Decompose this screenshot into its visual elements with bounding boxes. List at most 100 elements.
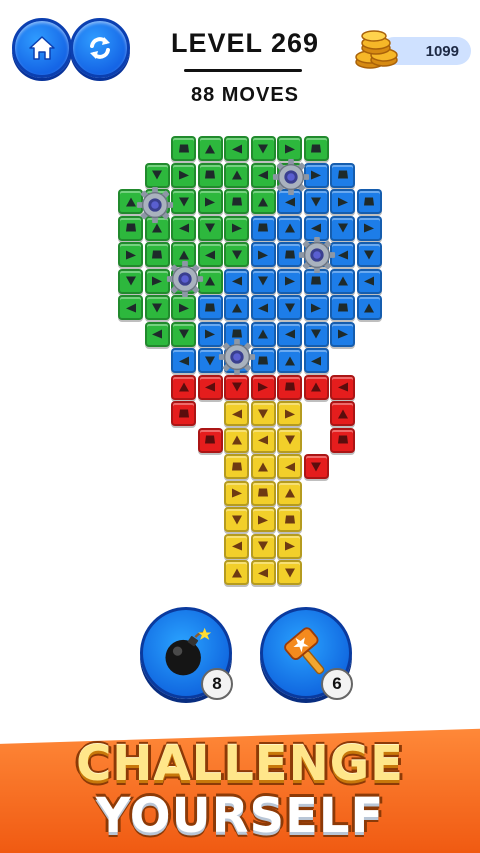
block-tile[interactable] <box>250 215 276 241</box>
block-tile[interactable] <box>330 295 355 320</box>
arrow-icon <box>205 276 215 286</box>
block-tile[interactable] <box>330 401 355 426</box>
block-tile[interactable] <box>171 401 196 426</box>
bomb-booster-button[interactable]: 8 <box>140 607 233 700</box>
block-tile[interactable] <box>224 454 249 479</box>
block-tile[interactable] <box>303 348 329 373</box>
block-tile[interactable] <box>303 454 329 479</box>
block-tile[interactable] <box>224 374 249 400</box>
block-tile[interactable] <box>197 136 223 161</box>
arrow-icon <box>311 144 321 152</box>
block-tile[interactable] <box>224 242 249 267</box>
block-tile[interactable] <box>118 242 143 267</box>
block-tile[interactable] <box>330 321 355 347</box>
block-tile[interactable] <box>303 295 329 320</box>
block-tile[interactable] <box>171 348 196 373</box>
block-tile[interactable] <box>144 162 170 188</box>
arrow-icon <box>178 329 189 339</box>
block-tile[interactable] <box>144 321 170 347</box>
block-tile[interactable] <box>224 295 249 320</box>
block-tile[interactable] <box>224 507 249 532</box>
block-tile[interactable] <box>224 480 249 506</box>
block-tile[interactable] <box>171 374 196 400</box>
block-tile[interactable] <box>144 295 170 320</box>
block-tile[interactable] <box>224 533 249 559</box>
arrow-icon <box>152 329 162 339</box>
arrow-icon <box>152 250 162 258</box>
block-tile[interactable] <box>250 507 276 532</box>
block-tile[interactable] <box>171 189 196 214</box>
block-tile[interactable] <box>250 401 276 426</box>
block-tile[interactable] <box>250 533 276 559</box>
block-tile[interactable] <box>277 374 302 400</box>
hammer-booster-button[interactable]: 6 <box>260 607 353 700</box>
block-tile[interactable] <box>171 295 196 320</box>
arrow-icon <box>364 276 374 286</box>
block-tile[interactable] <box>356 215 382 241</box>
arrow-icon <box>258 170 268 180</box>
block-tile[interactable] <box>250 454 276 479</box>
block-tile[interactable] <box>277 401 302 426</box>
block-tile[interactable] <box>118 268 143 294</box>
block-tile[interactable] <box>224 136 249 161</box>
block-tile[interactable] <box>277 480 302 506</box>
block-tile[interactable] <box>277 507 302 532</box>
block-tile[interactable] <box>250 268 276 294</box>
block-tile[interactable] <box>224 215 249 241</box>
arrow-icon <box>258 303 268 312</box>
block-tile[interactable] <box>303 374 329 400</box>
block-tile[interactable] <box>330 427 355 453</box>
arrow-icon <box>205 250 215 259</box>
block-tile[interactable] <box>250 560 276 585</box>
block-tile[interactable] <box>197 295 223 320</box>
block-tile[interactable] <box>224 189 249 214</box>
block-tile[interactable] <box>330 374 355 400</box>
block-tile[interactable] <box>277 560 302 585</box>
block-tile[interactable] <box>250 480 276 506</box>
block-tile[interactable] <box>277 427 302 453</box>
block-tile[interactable] <box>224 268 249 294</box>
block-tile[interactable] <box>171 321 196 347</box>
block-tile[interactable] <box>356 295 382 320</box>
arrow-icon <box>337 329 348 339</box>
arrow-icon <box>311 276 321 285</box>
block-tile[interactable] <box>197 215 223 241</box>
block-tile[interactable] <box>197 374 223 400</box>
block-tile[interactable] <box>197 189 223 214</box>
banner-headline-line2: YOURSELF <box>95 788 385 844</box>
arrow-icon <box>205 303 215 311</box>
block-tile[interactable] <box>277 533 302 559</box>
hammer-count-badge: 6 <box>321 668 353 700</box>
block-tile[interactable] <box>171 136 196 161</box>
block-tile[interactable] <box>356 268 382 294</box>
block-tile[interactable] <box>330 162 355 188</box>
block-tile[interactable] <box>356 242 382 267</box>
arrow-icon <box>284 329 295 339</box>
block-tile[interactable] <box>224 560 249 585</box>
block-tile[interactable] <box>250 295 276 320</box>
block-tile[interactable] <box>330 189 355 214</box>
arrow-icon <box>178 144 189 152</box>
block-tile[interactable] <box>197 427 223 453</box>
block-tile[interactable] <box>356 189 382 214</box>
block-tile[interactable] <box>171 162 196 188</box>
block-tile[interactable] <box>224 162 249 188</box>
block-tile[interactable] <box>171 215 196 241</box>
block-tile[interactable] <box>197 162 223 188</box>
block-tile[interactable] <box>277 295 302 320</box>
block-tile[interactable] <box>277 454 302 479</box>
block-tile[interactable] <box>224 401 249 426</box>
arrow-icon <box>311 329 321 339</box>
block-tile[interactable] <box>118 295 143 320</box>
block-tile[interactable] <box>250 427 276 453</box>
block-tile[interactable] <box>277 348 302 373</box>
block-tile[interactable] <box>250 242 276 267</box>
arrow-icon <box>258 250 268 259</box>
block-tile[interactable] <box>303 321 329 347</box>
block-tile[interactable] <box>277 321 302 347</box>
arrow-icon <box>258 435 268 445</box>
block-tile[interactable] <box>250 374 276 400</box>
arrow-icon <box>231 488 242 498</box>
block-tile[interactable] <box>224 427 249 453</box>
arrow-icon <box>337 409 348 418</box>
